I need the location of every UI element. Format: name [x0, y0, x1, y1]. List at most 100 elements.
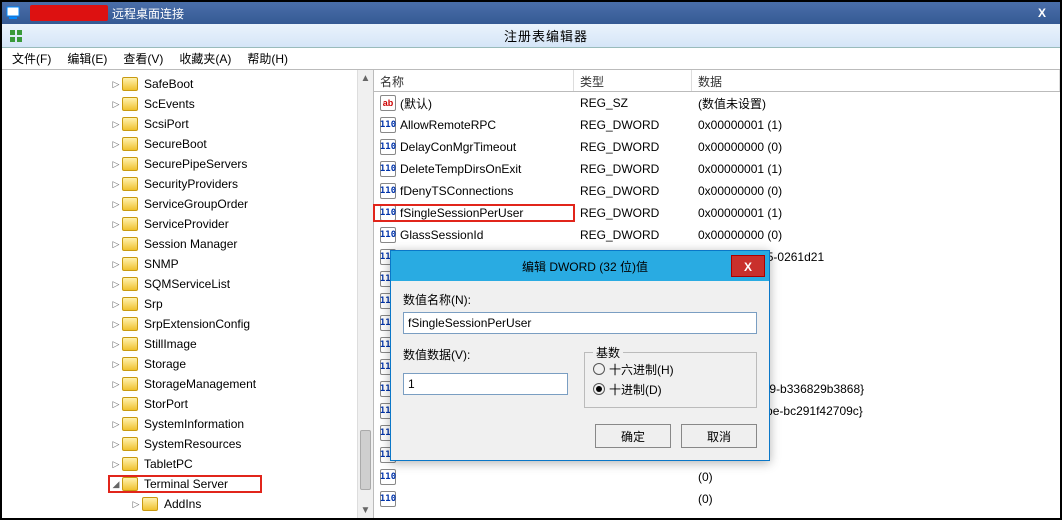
tree-node[interactable]: ▷ScEvents [6, 94, 373, 114]
col-type[interactable]: 类型 [574, 70, 692, 91]
expander-closed-icon[interactable]: ▷ [110, 459, 122, 470]
remote-close-button[interactable]: X [1024, 2, 1060, 24]
expander-closed-icon[interactable]: ▷ [110, 219, 122, 230]
expander-closed-icon[interactable]: ▷ [130, 499, 142, 510]
menu-favorites[interactable]: 收藏夹(A) [175, 50, 235, 67]
expander-closed-icon[interactable]: ▷ [110, 379, 122, 390]
value-type: REG_DWORD [574, 206, 692, 220]
tree-node[interactable]: ▷ SystemInformation [6, 414, 373, 434]
registry-value-row[interactable]: 110(0) [374, 466, 1060, 488]
folder-icon [122, 437, 138, 451]
value-name: DeleteTempDirsOnExit [400, 162, 521, 176]
scroll-down-arrow[interactable]: ▼ [358, 502, 373, 518]
tree-node[interactable]: ▷SrpExtensionConfig [6, 314, 373, 334]
ok-button[interactable]: 确定 [595, 424, 671, 448]
registry-value-row[interactable]: 110 (0) [374, 488, 1060, 510]
value-type: REG_DWORD [574, 162, 692, 176]
registry-value-row[interactable]: 110fDenyTSConnectionsREG_DWORD0x00000000… [374, 180, 1060, 202]
expander-closed-icon[interactable]: ▷ [110, 399, 122, 410]
dword-value-icon: 110 [380, 469, 396, 485]
tree-node[interactable]: ▷SNMP [6, 254, 373, 274]
tree-node[interactable]: ▷SecureBoot [6, 134, 373, 154]
regedit-titlebar: 注册表编辑器 [2, 24, 1060, 48]
expander-closed-icon[interactable]: ▷ [110, 419, 122, 430]
tree-node[interactable]: ▷SystemResources [6, 434, 373, 454]
value-type: REG_DWORD [574, 228, 692, 242]
tree-node[interactable]: ▷SecurePipeServers [6, 154, 373, 174]
cancel-button[interactable]: 取消 [681, 424, 757, 448]
tree-node-label: ServiceGroupOrder [142, 197, 250, 211]
tree-node-label: StorageManagement [142, 377, 258, 391]
tree-node[interactable]: ▷Storage [6, 354, 373, 374]
registry-value-row[interactable]: 110DelayConMgrTimeoutREG_DWORD0x00000000… [374, 136, 1060, 158]
folder-icon [122, 137, 138, 151]
tree-node[interactable]: ▷StillImage [6, 334, 373, 354]
menu-edit[interactable]: 编辑(E) [63, 50, 111, 67]
registry-value-row[interactable]: ab(默认)REG_SZ(数值未设置) [374, 92, 1060, 114]
value-name-input[interactable] [403, 312, 757, 334]
expander-open-icon[interactable]: ◢ [110, 479, 122, 490]
col-data[interactable]: 数据 [692, 70, 1060, 91]
expander-closed-icon[interactable]: ▷ [110, 279, 122, 290]
registry-value-row[interactable]: 110DeleteTempDirsOnExitREG_DWORD0x000000… [374, 158, 1060, 180]
tree-node[interactable]: ▷ ServiceGroupOrder [6, 194, 373, 214]
tree-node[interactable]: ▷Session Manager [6, 234, 373, 254]
radio-dot-hex [593, 363, 605, 375]
expander-closed-icon[interactable]: ▷ [110, 179, 122, 190]
expander-closed-icon[interactable]: ▷ [110, 339, 122, 350]
folder-icon [122, 357, 138, 371]
expander-closed-icon[interactable]: ▷ [110, 119, 122, 130]
registry-tree-pane[interactable]: ▷SafeBoot▷ScEvents▷ScsiPort▷SecureBoot▷S… [2, 70, 374, 518]
dword-value-icon: 110 [380, 491, 396, 507]
expander-closed-icon[interactable]: ▷ [110, 359, 122, 370]
tree-node-label: StorPort [142, 397, 190, 411]
expander-closed-icon[interactable]: ▷ [110, 319, 122, 330]
radix-hex-radio[interactable]: 十六进制(H) [593, 359, 748, 379]
value-data: 0x00000001 (1) [692, 118, 1060, 132]
tree-node[interactable]: ▷SecurityProviders [6, 174, 373, 194]
menu-help[interactable]: 帮助(H) [243, 50, 292, 67]
dialog-titlebar[interactable]: 编辑 DWORD (32 位)值 X [391, 251, 769, 281]
expander-closed-icon[interactable]: ▷ [110, 239, 122, 250]
expander-closed-icon[interactable]: ▷ [110, 159, 122, 170]
value-data-input[interactable] [403, 373, 568, 395]
tree-node[interactable]: ▷Srp [6, 294, 373, 314]
dialog-close-button[interactable]: X [731, 255, 765, 277]
menu-view[interactable]: 查看(V) [119, 50, 167, 67]
expander-closed-icon[interactable]: ▷ [110, 139, 122, 150]
radix-dec-radio[interactable]: 十进制(D) [593, 379, 748, 399]
list-header: 名称 类型 数据 [374, 70, 1060, 92]
registry-value-row[interactable]: 110GlassSessionIdREG_DWORD0x00000000 (0) [374, 224, 1060, 246]
scroll-up-arrow[interactable]: ▲ [358, 70, 373, 86]
tree-node[interactable]: ▷ StorageManagement [6, 374, 373, 394]
folder-icon [122, 77, 138, 91]
radio-dot-dec [593, 383, 605, 395]
value-name: fDenyTSConnections [400, 184, 513, 198]
folder-icon [122, 337, 138, 351]
registry-value-row[interactable]: 110fSingleSessionPerUserREG_DWORD0x00000… [374, 202, 1060, 224]
tree-node[interactable]: ▷AddIns [6, 494, 373, 514]
expander-closed-icon[interactable]: ▷ [110, 79, 122, 90]
tree-node[interactable]: ◢ Terminal Server [6, 474, 373, 494]
registry-value-row[interactable]: 110AllowRemoteRPCREG_DWORD0x00000001 (1) [374, 114, 1060, 136]
expander-closed-icon[interactable]: ▷ [110, 259, 122, 270]
tree-node[interactable]: ▷ StorPort [6, 394, 373, 414]
menu-file[interactable]: 文件(F) [8, 50, 55, 67]
value-data: 0x00000000 (0) [692, 184, 1060, 198]
tree-node[interactable]: ▷ServiceProvider [6, 214, 373, 234]
expander-closed-icon[interactable]: ▷ [110, 299, 122, 310]
scroll-thumb[interactable] [360, 430, 371, 490]
expander-closed-icon[interactable]: ▷ [110, 199, 122, 210]
tree-node-label: Terminal Server [142, 477, 230, 491]
col-name[interactable]: 名称 [374, 70, 574, 91]
tree-scrollbar[interactable]: ▲ ▼ [357, 70, 373, 518]
tree-node-label: SystemInformation [142, 417, 246, 431]
expander-closed-icon[interactable]: ▷ [110, 439, 122, 450]
tree-node[interactable]: ▷TabletPC [6, 454, 373, 474]
tree-node[interactable]: ▷SafeBoot [6, 74, 373, 94]
tree-node[interactable]: ▷SQMServiceList [6, 274, 373, 294]
expander-closed-icon[interactable]: ▷ [110, 99, 122, 110]
tree-node[interactable]: ▷ScsiPort [6, 114, 373, 134]
value-data: (0) [692, 492, 1060, 506]
folder-icon [142, 497, 158, 511]
